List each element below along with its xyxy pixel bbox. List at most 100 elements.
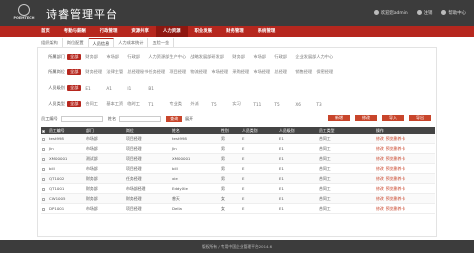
row-checkbox[interactable] (42, 187, 45, 191)
edit-link[interactable]: 修改 (376, 196, 384, 201)
table-row[interactable]: QT1002 财务部 任务经理 xie 男 E E1 合同工 修改 预览删养卡 (41, 174, 435, 184)
filter-option[interactable]: 合同工 (85, 101, 106, 107)
filter-option[interactable]: 市场部 (106, 54, 127, 60)
welcome-user[interactable]: 欢迎您admin (373, 10, 408, 16)
filter-option[interactable]: T5 (274, 102, 295, 107)
table-row[interactable]: DP1001 市场部 项目经理 Della 女 E E1 合同工 修改 预览删养卡 (41, 204, 435, 214)
row-checkbox[interactable] (42, 167, 45, 171)
filter-option[interactable]: 项目经理 (169, 69, 190, 75)
filter-option[interactable]: 行政部 (127, 54, 148, 60)
table-row[interactable]: test998 市场部 项目经理 test998 男 E E1 合同工 修改 预览删养卡 (41, 134, 435, 144)
filter-option[interactable]: 外派 (190, 101, 211, 107)
filter-option[interactable]: 财务部 (232, 54, 253, 60)
employee-id-input[interactable] (60, 116, 103, 122)
table-row[interactable]: Jin 市场部 项目经理 Jin 男 E E1 合同工 修改 预览删养卡 (41, 144, 435, 154)
sub-nav-tab[interactable]: 五险一金 (148, 38, 175, 47)
sub-nav-tab[interactable]: 组织架构 (37, 38, 63, 47)
filter-option[interactable]: 任务经理 (148, 69, 169, 75)
table-row[interactable]: CW1005 财务部 财务经理 曾天 女 E E1 合同工 修改 预览删养卡 (41, 194, 435, 204)
row-checkbox[interactable] (42, 147, 45, 151)
preview-link[interactable]: 预览删养卡 (386, 186, 405, 191)
filter-option[interactable]: X6 (295, 102, 316, 107)
filter-option[interactable]: 市场经理 (211, 69, 232, 75)
table-row[interactable]: QT1001 财务部 市场部经理 EddyXie 男 E E1 合同工 修改 预览删养卡 (41, 184, 435, 194)
filter-option[interactable]: 基本工资 (106, 101, 127, 107)
filter-all-chip[interactable]: 全部 (67, 54, 82, 60)
filter-option[interactable]: T3 (316, 102, 337, 107)
search-button[interactable]: 查询 (166, 116, 183, 122)
filter-option[interactable]: 企业发展部 (295, 54, 316, 60)
expand-toggle[interactable]: 展开 (185, 116, 193, 122)
filter-option[interactable]: B1 (148, 86, 169, 91)
filter-option[interactable]: I1 (127, 86, 148, 91)
filter-option[interactable]: E1 (85, 86, 106, 91)
filter-all-chip[interactable]: 全部 (67, 101, 82, 107)
row-checkbox[interactable] (42, 207, 45, 211)
row-checkbox[interactable] (42, 137, 45, 141)
filter-option[interactable]: 生产中心 (169, 54, 190, 60)
filter-option[interactable]: 人力中心 (316, 54, 337, 60)
preview-link[interactable]: 预览删养卡 (386, 166, 405, 171)
filter-option[interactable]: 财务部 (85, 54, 106, 60)
nav-item[interactable]: 财务管理 (219, 26, 251, 37)
table-row[interactable]: XM00001 测试部 项目经理 XM00001 男 E E1 合同工 修改 预览删养卡 (41, 154, 435, 164)
filter-option[interactable]: 总经理秘书 (127, 69, 148, 75)
nav-item[interactable]: 行政管理 (93, 26, 125, 37)
row-checkbox[interactable] (42, 197, 45, 201)
preview-link[interactable]: 预览删养卡 (386, 146, 405, 151)
sub-nav-tab[interactable]: 人力成本统计 (114, 38, 149, 47)
filter-option[interactable]: T11 (253, 102, 274, 107)
table-row[interactable]: bill 市场部 项目经理 bill 男 E E1 合同工 修改 预览删养卡 (41, 164, 435, 174)
help-link[interactable]: 帮助中心 (441, 10, 466, 16)
edit-button[interactable]: 修改 (355, 115, 377, 121)
filter-all-chip[interactable]: 全部 (67, 85, 82, 91)
filter-option[interactable]: 市场经理 (253, 69, 274, 75)
filter-option[interactable]: A1 (106, 86, 127, 91)
nav-item[interactable]: 人力资源 (155, 26, 188, 37)
preview-link[interactable]: 预览删养卡 (386, 176, 405, 181)
select-all-checkbox[interactable] (42, 129, 45, 133)
name-input[interactable] (119, 116, 162, 122)
export-button[interactable]: 导出 (409, 115, 431, 121)
filter-option[interactable]: 战略发展部 (190, 54, 211, 60)
import-button[interactable]: 导入 (382, 115, 404, 121)
filter-option[interactable]: 人力资源部 (148, 54, 169, 60)
edit-link[interactable]: 修改 (376, 176, 384, 181)
filter-option[interactable]: 物流经理 (190, 69, 211, 75)
preview-link[interactable]: 预览删养卡 (386, 206, 405, 211)
preview-link[interactable]: 预览删养卡 (386, 196, 405, 201)
filter-option[interactable]: 临时工 (127, 101, 148, 107)
filter-option[interactable]: 实习 (232, 101, 253, 107)
filter-option[interactable]: 财务经理 (85, 69, 106, 75)
edit-link[interactable]: 修改 (376, 156, 384, 161)
edit-link[interactable]: 修改 (376, 146, 384, 151)
nav-item[interactable]: 职业发展 (188, 26, 220, 37)
row-checkbox[interactable] (42, 177, 45, 181)
logout-link[interactable]: 注销 (416, 10, 432, 16)
edit-link[interactable]: 修改 (376, 136, 384, 141)
filter-option[interactable]: T5 (211, 102, 232, 107)
filter-option[interactable]: 研发部 (211, 54, 232, 60)
filter-option[interactable]: T1 (148, 102, 169, 107)
filter-option[interactable]: 销售经理 (295, 69, 316, 75)
edit-link[interactable]: 修改 (376, 206, 384, 211)
filter-option[interactable]: 行政部 (274, 54, 295, 60)
nav-item[interactable]: 考勤与薪酬 (57, 26, 93, 37)
sub-nav-tab[interactable]: 岗位配置 (63, 38, 89, 47)
filter-option[interactable]: 总经理 (274, 69, 295, 75)
filter-option[interactable]: 采购经理 (232, 69, 253, 75)
preview-link[interactable]: 预览删养卡 (386, 136, 405, 141)
filter-option[interactable]: 保密经理 (316, 69, 337, 75)
filter-all-chip[interactable]: 全部 (67, 69, 82, 75)
nav-item[interactable]: 资源共享 (124, 26, 156, 37)
filter-option[interactable]: 市场部 (253, 54, 274, 60)
filter-option[interactable]: 法律主管 (106, 69, 127, 75)
edit-link[interactable]: 修改 (376, 186, 384, 191)
nav-item[interactable]: 首页 (34, 26, 57, 37)
edit-link[interactable]: 修改 (376, 166, 384, 171)
nav-item[interactable]: 系统管理 (251, 26, 283, 37)
filter-option[interactable]: 专业类 (169, 101, 190, 107)
sub-nav-tab[interactable]: 人员信息 (88, 38, 115, 47)
preview-link[interactable]: 预览删养卡 (386, 156, 405, 161)
row-checkbox[interactable] (42, 157, 45, 161)
